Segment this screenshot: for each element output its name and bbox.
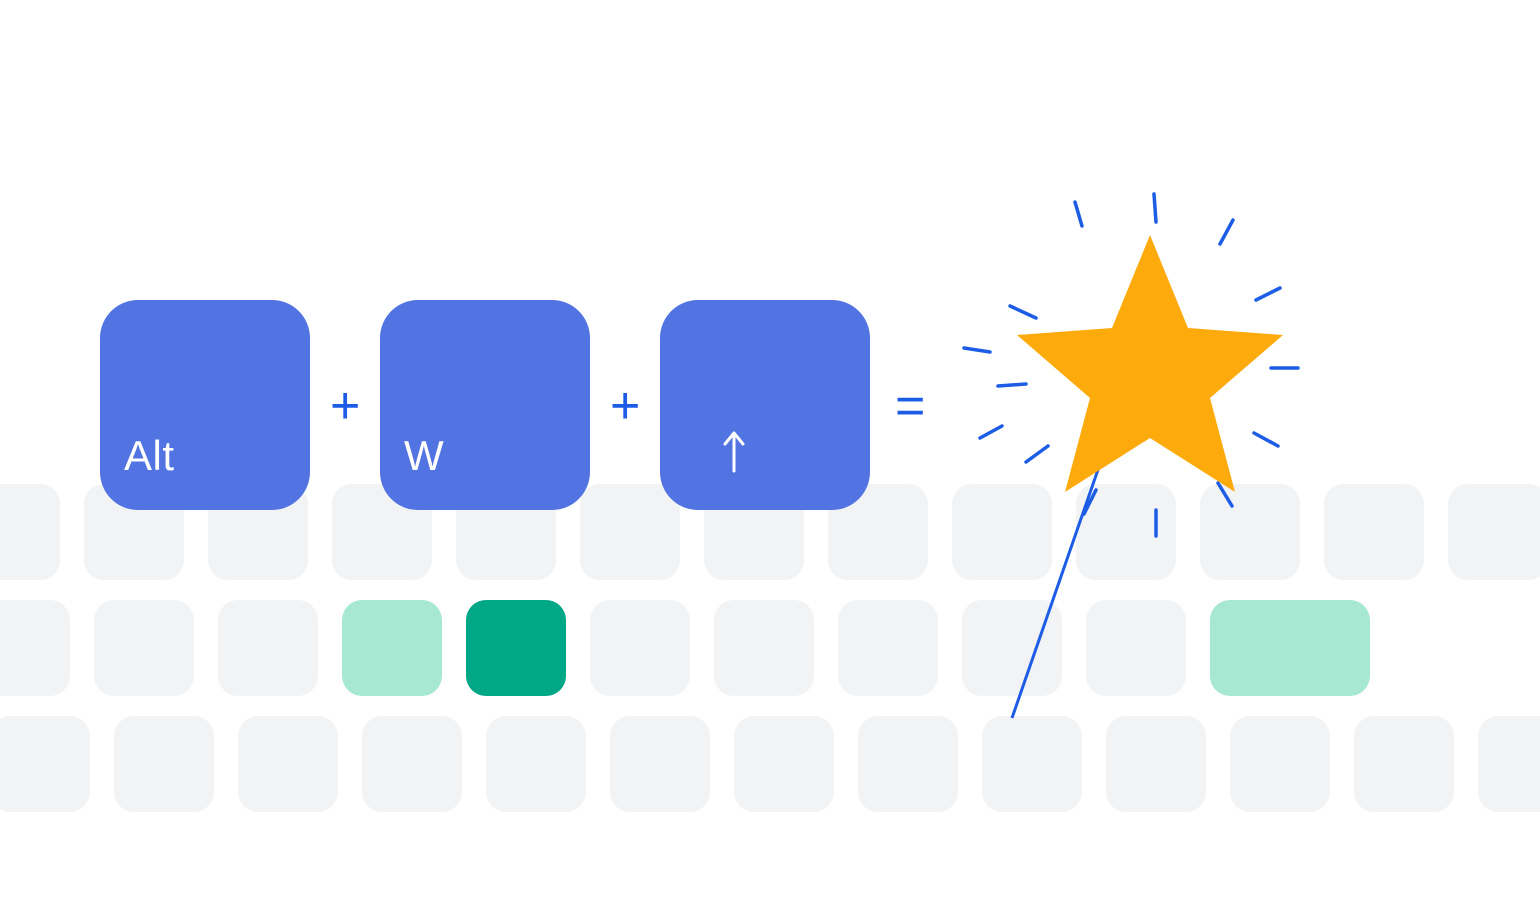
bg-key (114, 716, 214, 812)
equals-operator: = (895, 380, 925, 432)
bg-key (858, 716, 958, 812)
bg-key (714, 600, 814, 696)
bg-key (734, 716, 834, 812)
bg-key (0, 716, 90, 812)
bg-key (218, 600, 318, 696)
bg-key (590, 600, 690, 696)
plus-operator: + (610, 380, 640, 432)
bg-key (610, 716, 710, 812)
bg-key (0, 600, 70, 696)
bg-key (238, 716, 338, 812)
bg-key-highlight-mint (342, 600, 442, 696)
bg-key (0, 484, 60, 580)
key-w-label: W (404, 432, 444, 480)
bg-key (362, 716, 462, 812)
bg-key (94, 600, 194, 696)
bg-key (1448, 484, 1540, 580)
magic-wand-star-icon (950, 180, 1370, 745)
key-w: W (380, 300, 590, 510)
bg-key (838, 600, 938, 696)
bg-key (1478, 716, 1540, 812)
key-arrow-up (660, 300, 870, 510)
plus-operator: + (330, 380, 360, 432)
shortcut-diagram: Alt + W + = (0, 0, 1540, 920)
key-alt: Alt (100, 300, 310, 510)
arrow-up-icon (722, 429, 746, 478)
bg-key (580, 484, 680, 580)
bg-key (486, 716, 586, 812)
bg-key-highlight-teal (466, 600, 566, 696)
key-alt-label: Alt (124, 432, 175, 480)
